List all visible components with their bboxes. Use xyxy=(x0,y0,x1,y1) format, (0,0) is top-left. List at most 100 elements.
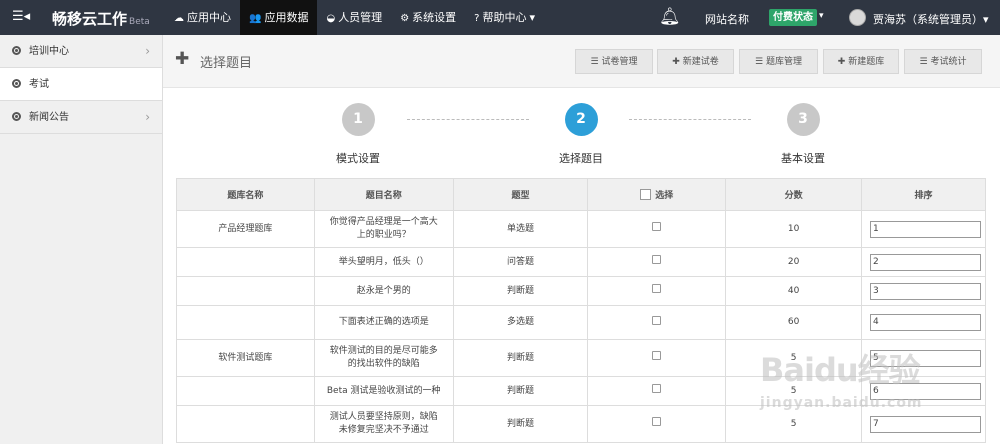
cell-order: 6 xyxy=(860,376,987,406)
nav-item-label: 应用中心 xyxy=(187,11,231,24)
row-checkbox[interactable] xyxy=(652,384,662,393)
nav-item-label: 系统设置 xyxy=(412,11,457,24)
cell-bank-name: 软件测试题库 xyxy=(176,339,315,377)
dashboard-icon: ◒ xyxy=(326,13,336,24)
header-button-1[interactable]: ✚ 新建试卷 xyxy=(657,49,734,74)
nav-item-2[interactable]: ◒ 人员管理 xyxy=(317,0,391,35)
col-select-label: 选择 xyxy=(655,191,674,201)
brand-suffix: Beta xyxy=(129,17,150,27)
users-icon: 👥 xyxy=(249,13,262,24)
row-checkbox[interactable] xyxy=(652,417,662,426)
radio-circle-icon xyxy=(12,46,21,55)
row-checkbox[interactable] xyxy=(652,351,662,360)
order-input[interactable]: 1 xyxy=(870,220,981,238)
cell-question: 测试人员要坚持原则，缺陷未修复完坚决不予通过 xyxy=(313,405,454,443)
chevron-down-icon: ▾ xyxy=(529,11,535,24)
header-button-label: 新建题库 xyxy=(848,57,885,67)
list-icon: ☰ xyxy=(919,57,928,67)
nav-item-1[interactable]: 👥 应用数据 xyxy=(240,0,318,35)
step-connector xyxy=(407,119,529,120)
cell-score: 60 xyxy=(725,305,862,340)
nav-item-label: 帮助中心 xyxy=(482,11,527,24)
plus-icon: ✚ xyxy=(672,57,680,67)
col-score: 分数 xyxy=(725,178,862,211)
question-table: 题库名称 题目名称 题型 选择 分数 排序 产品经理题库 你觉得产品经理是一个高大… xyxy=(176,178,987,443)
col-order: 排序 xyxy=(860,178,987,211)
bell-icon[interactable]: 🔔︎ xyxy=(659,7,681,27)
cell-order: 1 xyxy=(860,210,987,248)
table-row: Beta 测试是验收测试的一种 判断题 5 6 xyxy=(176,376,987,406)
header-button-3[interactable]: ✚ 新建题库 xyxy=(823,49,899,74)
brand-name: 畅移云工作 xyxy=(52,10,128,28)
cell-bank-name xyxy=(176,405,315,443)
brand-logo[interactable]: 畅移云工作 Beta xyxy=(52,8,150,29)
cell-question: Beta 测试是验收测试的一种 xyxy=(313,376,454,406)
cell-question: 赵永是个男的 xyxy=(313,276,454,306)
cell-bank-name: 产品经理题库 xyxy=(176,210,315,248)
cell-question: 你觉得产品经理是一个高大上的职业吗？ xyxy=(313,210,454,248)
user-menu[interactable]: 贾海苏（系统管理员）▾ xyxy=(873,11,989,27)
cell-select xyxy=(587,376,727,406)
status-badge[interactable]: 付费状态 xyxy=(769,9,817,26)
plus-icon: ✚ xyxy=(837,57,846,67)
cell-question: 举头望明月，低头（） xyxy=(313,247,454,277)
step-1[interactable]: 1 模式设置 xyxy=(308,103,408,166)
avatar[interactable] xyxy=(849,9,866,26)
cell-order: 4 xyxy=(860,305,987,340)
select-all-checkbox[interactable] xyxy=(640,189,652,200)
nav-item-label: 应用数据 xyxy=(264,11,309,24)
order-input[interactable]: 4 xyxy=(870,314,981,331)
order-input[interactable]: 3 xyxy=(870,282,981,300)
row-checkbox[interactable] xyxy=(652,284,662,293)
order-input[interactable]: 7 xyxy=(870,415,981,433)
col-question-name: 题目名称 xyxy=(313,178,454,211)
header-button-0[interactable]: ☰ 试卷管理 xyxy=(575,49,653,74)
step-number: 1 xyxy=(341,103,375,136)
table-row: 举头望明月，低头（） 问答题 20 2 xyxy=(176,247,987,277)
nav-item-4[interactable]: ? 帮助中心 ▾ xyxy=(465,0,544,35)
row-checkbox[interactable] xyxy=(652,255,662,264)
sidebar-item-label: 培训中心 xyxy=(29,46,69,57)
question-icon: ? xyxy=(474,13,480,24)
table-row: 软件测试题库 软件测试的目的是尽可能多的找出软件的缺陷 判断题 5 5 xyxy=(176,339,987,377)
cell-select xyxy=(587,276,727,306)
header-button-4[interactable]: ☰ 考试统计 xyxy=(904,49,982,74)
cell-type: 判断题 xyxy=(452,405,589,443)
row-checkbox[interactable] xyxy=(652,222,662,231)
col-select: 选择 xyxy=(587,178,727,211)
order-input[interactable]: 5 xyxy=(870,349,981,367)
header-button-2[interactable]: ☰ 题库管理 xyxy=(739,49,818,74)
step-wizard: 1 模式设置 2 选择题目 3 基本设置 xyxy=(163,88,1000,178)
nav-item-label: 人员管理 xyxy=(338,11,383,24)
cell-score: 20 xyxy=(725,247,862,277)
cell-select xyxy=(587,339,727,377)
order-input[interactable]: 6 xyxy=(870,382,981,400)
cell-type: 单选题 xyxy=(452,210,589,248)
order-input[interactable]: 2 xyxy=(870,253,981,271)
cell-select xyxy=(587,305,727,340)
menu-collapse-icon[interactable]: ☰◂ xyxy=(12,9,30,24)
nav-item-3[interactable]: ⚙ 系统设置 xyxy=(391,0,465,35)
radio-circle-icon xyxy=(12,79,21,88)
chevron-down-icon[interactable]: ▾ xyxy=(819,11,824,21)
table-header-row: 题库名称 题目名称 题型 选择 分数 排序 xyxy=(176,178,987,211)
site-name-link[interactable]: 网站名称 xyxy=(705,11,749,27)
sidebar: 培训中心 › 考试 新闻公告 › xyxy=(0,35,163,444)
col-type: 题型 xyxy=(452,178,589,211)
header-button-label: 题库管理 xyxy=(766,57,803,67)
row-checkbox[interactable] xyxy=(652,315,662,325)
step-2[interactable]: 2 选择题目 xyxy=(531,103,631,166)
list-icon: ☰ xyxy=(754,57,764,67)
sidebar-item-1[interactable]: 考试 xyxy=(0,68,162,101)
sidebar-item-0[interactable]: 培训中心 › xyxy=(0,35,162,68)
cell-type: 问答题 xyxy=(452,247,589,277)
cloud-icon: ☁ xyxy=(174,13,184,24)
cell-select xyxy=(587,247,727,277)
sidebar-item-2[interactable]: 新闻公告 › xyxy=(0,101,162,134)
col-bank-name: 题库名称 xyxy=(176,178,315,211)
table-row: 产品经理题库 你觉得产品经理是一个高大上的职业吗？ 单选题 10 1 xyxy=(176,210,987,248)
nav-item-0[interactable]: ☁ 应用中心 xyxy=(165,0,240,35)
cell-order: 3 xyxy=(860,276,987,306)
step-label: 模式设置 xyxy=(336,152,380,165)
step-3[interactable]: 3 基本设置 xyxy=(753,103,853,166)
